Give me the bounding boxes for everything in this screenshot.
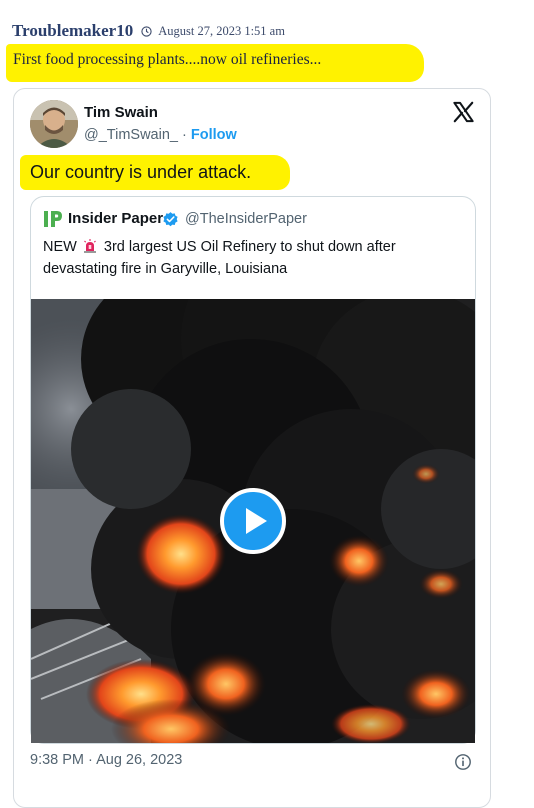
embed-author-name[interactable]: Tim Swain	[84, 104, 158, 121]
embed-author-handle[interactable]: @_TimSwain_	[84, 127, 178, 143]
follow-button[interactable]: Follow	[191, 127, 237, 143]
quote-text-prefix: NEW	[43, 239, 77, 255]
avatar[interactable]	[30, 100, 78, 148]
avatar-image	[30, 100, 78, 148]
play-icon[interactable]	[220, 488, 286, 554]
quote-text: NEW 3rd largest US Oil Refinery to shut …	[43, 236, 463, 280]
embed-author-line: @_TimSwain_ · Follow	[84, 127, 237, 143]
quote-author-handle[interactable]: @TheInsiderPaper	[185, 211, 307, 227]
tweet-timestamp[interactable]: 9:38 PM · Aug 26, 2023	[30, 752, 182, 768]
verified-badge-icon	[163, 212, 178, 227]
quote-author-name[interactable]: Insider Paper	[68, 210, 163, 227]
post-timestamp-text: August 27, 2023 1:51 am	[158, 23, 285, 38]
post-timestamp: August 27, 2023 1:51 am	[141, 24, 285, 39]
post-header: Troublemaker10 August 27, 2023 1:51 am	[12, 20, 285, 42]
info-icon[interactable]	[454, 753, 472, 771]
siren-icon	[83, 239, 96, 253]
x-logo-icon[interactable]	[452, 101, 475, 123]
separator-dot: ·	[177, 127, 191, 143]
insider-paper-logo-icon	[44, 211, 62, 227]
embed-tweet-text: Our country is under attack.	[30, 162, 252, 182]
clock-icon	[141, 25, 152, 37]
post-username[interactable]: Troublemaker10	[12, 21, 133, 41]
post-text: First food processing plants....now oil …	[13, 51, 322, 68]
